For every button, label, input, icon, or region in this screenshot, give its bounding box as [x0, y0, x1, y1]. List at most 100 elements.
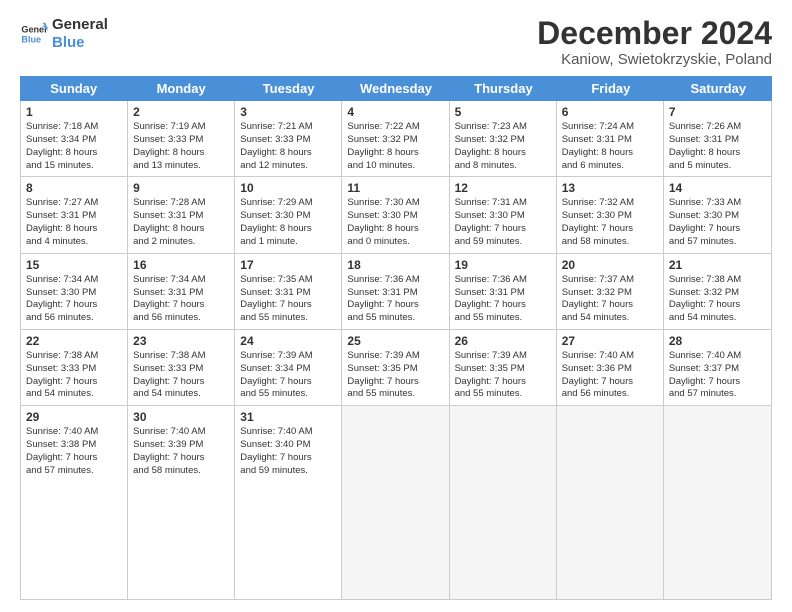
day-30: 30 Sunrise: 7:40 AM Sunset: 3:39 PM Dayl…: [128, 406, 235, 599]
calendar-header: Sunday Monday Tuesday Wednesday Thursday…: [20, 76, 772, 101]
day-7-daylight: Daylight: 8 hours: [669, 147, 766, 160]
svg-text:Blue: Blue: [21, 34, 41, 44]
day-18-daylight2: and 55 minutes.: [347, 312, 443, 325]
day-7-sunrise: Sunrise: 7:26 AM: [669, 121, 766, 134]
day-21-sunrise: Sunrise: 7:38 AM: [669, 274, 766, 287]
day-13-daylight2: and 58 minutes.: [562, 236, 658, 249]
day-15-sunrise: Sunrise: 7:34 AM: [26, 274, 122, 287]
day-28-daylight2: and 57 minutes.: [669, 388, 766, 401]
day-27-sunset: Sunset: 3:36 PM: [562, 363, 658, 376]
day-19: 19 Sunrise: 7:36 AM Sunset: 3:31 PM Dayl…: [450, 254, 557, 329]
day-11-daylight2: and 0 minutes.: [347, 236, 443, 249]
day-21-daylight: Daylight: 7 hours: [669, 299, 766, 312]
day-16-daylight: Daylight: 7 hours: [133, 299, 229, 312]
day-12-sunrise: Sunrise: 7:31 AM: [455, 197, 551, 210]
day-14-daylight2: and 57 minutes.: [669, 236, 766, 249]
day-20-sunrise: Sunrise: 7:37 AM: [562, 274, 658, 287]
day-18: 18 Sunrise: 7:36 AM Sunset: 3:31 PM Dayl…: [342, 254, 449, 329]
day-30-daylight2: and 58 minutes.: [133, 465, 229, 478]
empty-2: [450, 406, 557, 599]
day-29-sunrise: Sunrise: 7:40 AM: [26, 426, 122, 439]
day-17: 17 Sunrise: 7:35 AM Sunset: 3:31 PM Dayl…: [235, 254, 342, 329]
day-num-5: 5: [455, 105, 551, 119]
day-5-daylight2: and 8 minutes.: [455, 160, 551, 173]
day-12: 12 Sunrise: 7:31 AM Sunset: 3:30 PM Dayl…: [450, 177, 557, 252]
day-29-daylight2: and 57 minutes.: [26, 465, 122, 478]
day-10-daylight2: and 1 minute.: [240, 236, 336, 249]
day-num-10: 10: [240, 181, 336, 195]
day-13-sunrise: Sunrise: 7:32 AM: [562, 197, 658, 210]
day-num-18: 18: [347, 258, 443, 272]
day-9-sunset: Sunset: 3:31 PM: [133, 210, 229, 223]
day-6: 6 Sunrise: 7:24 AM Sunset: 3:31 PM Dayli…: [557, 101, 664, 176]
empty-3: [557, 406, 664, 599]
day-num-17: 17: [240, 258, 336, 272]
day-3-daylight2: and 12 minutes.: [240, 160, 336, 173]
day-23-sunrise: Sunrise: 7:38 AM: [133, 350, 229, 363]
day-24-daylight: Daylight: 7 hours: [240, 376, 336, 389]
day-12-daylight: Daylight: 7 hours: [455, 223, 551, 236]
day-22-daylight: Daylight: 7 hours: [26, 376, 122, 389]
day-24-daylight2: and 55 minutes.: [240, 388, 336, 401]
day-19-sunset: Sunset: 3:31 PM: [455, 287, 551, 300]
day-1-daylight2: and 15 minutes.: [26, 160, 122, 173]
day-num-25: 25: [347, 334, 443, 348]
day-26-daylight2: and 55 minutes.: [455, 388, 551, 401]
day-4: 4 Sunrise: 7:22 AM Sunset: 3:32 PM Dayli…: [342, 101, 449, 176]
day-10-daylight: Daylight: 8 hours: [240, 223, 336, 236]
day-9-sunrise: Sunrise: 7:28 AM: [133, 197, 229, 210]
day-19-daylight2: and 55 minutes.: [455, 312, 551, 325]
day-3-daylight: Daylight: 8 hours: [240, 147, 336, 160]
day-21-sunset: Sunset: 3:32 PM: [669, 287, 766, 300]
day-21: 21 Sunrise: 7:38 AM Sunset: 3:32 PM Dayl…: [664, 254, 771, 329]
day-11-daylight: Daylight: 8 hours: [347, 223, 443, 236]
day-20-daylight: Daylight: 7 hours: [562, 299, 658, 312]
header-thursday: Thursday: [450, 76, 557, 101]
day-26: 26 Sunrise: 7:39 AM Sunset: 3:35 PM Dayl…: [450, 330, 557, 405]
day-2: 2 Sunrise: 7:19 AM Sunset: 3:33 PM Dayli…: [128, 101, 235, 176]
main-title: December 2024: [537, 16, 772, 51]
day-22: 22 Sunrise: 7:38 AM Sunset: 3:33 PM Dayl…: [21, 330, 128, 405]
day-12-daylight2: and 59 minutes.: [455, 236, 551, 249]
header-wednesday: Wednesday: [342, 76, 449, 101]
day-num-11: 11: [347, 181, 443, 195]
day-2-sunrise: Sunrise: 7:19 AM: [133, 121, 229, 134]
day-30-daylight: Daylight: 7 hours: [133, 452, 229, 465]
day-29-sunset: Sunset: 3:38 PM: [26, 439, 122, 452]
day-31-daylight2: and 59 minutes.: [240, 465, 336, 478]
header-sunday: Sunday: [20, 76, 127, 101]
day-29-daylight: Daylight: 7 hours: [26, 452, 122, 465]
day-num-8: 8: [26, 181, 122, 195]
day-18-sunset: Sunset: 3:31 PM: [347, 287, 443, 300]
day-16-sunrise: Sunrise: 7:34 AM: [133, 274, 229, 287]
day-30-sunset: Sunset: 3:39 PM: [133, 439, 229, 452]
day-31-sunset: Sunset: 3:40 PM: [240, 439, 336, 452]
day-23-sunset: Sunset: 3:33 PM: [133, 363, 229, 376]
day-14-sunset: Sunset: 3:30 PM: [669, 210, 766, 223]
day-1: 1 Sunrise: 7:18 AM Sunset: 3:34 PM Dayli…: [21, 101, 128, 176]
day-4-sunset: Sunset: 3:32 PM: [347, 134, 443, 147]
day-30-sunrise: Sunrise: 7:40 AM: [133, 426, 229, 439]
day-num-13: 13: [562, 181, 658, 195]
day-6-daylight: Daylight: 8 hours: [562, 147, 658, 160]
day-17-sunset: Sunset: 3:31 PM: [240, 287, 336, 300]
day-num-1: 1: [26, 105, 122, 119]
day-10-sunrise: Sunrise: 7:29 AM: [240, 197, 336, 210]
day-num-3: 3: [240, 105, 336, 119]
day-20-sunset: Sunset: 3:32 PM: [562, 287, 658, 300]
header-friday: Friday: [557, 76, 664, 101]
day-20: 20 Sunrise: 7:37 AM Sunset: 3:32 PM Dayl…: [557, 254, 664, 329]
day-9-daylight2: and 2 minutes.: [133, 236, 229, 249]
day-15-daylight2: and 56 minutes.: [26, 312, 122, 325]
day-25-sunset: Sunset: 3:35 PM: [347, 363, 443, 376]
title-block: December 2024 Kaniow, Swietokrzyskie, Po…: [537, 16, 772, 68]
day-28: 28 Sunrise: 7:40 AM Sunset: 3:37 PM Dayl…: [664, 330, 771, 405]
day-15-daylight: Daylight: 7 hours: [26, 299, 122, 312]
day-7: 7 Sunrise: 7:26 AM Sunset: 3:31 PM Dayli…: [664, 101, 771, 176]
day-9: 9 Sunrise: 7:28 AM Sunset: 3:31 PM Dayli…: [128, 177, 235, 252]
day-8: 8 Sunrise: 7:27 AM Sunset: 3:31 PM Dayli…: [21, 177, 128, 252]
logo: General Blue General Blue: [20, 16, 108, 52]
day-28-daylight: Daylight: 7 hours: [669, 376, 766, 389]
day-num-2: 2: [133, 105, 229, 119]
day-11-sunrise: Sunrise: 7:30 AM: [347, 197, 443, 210]
